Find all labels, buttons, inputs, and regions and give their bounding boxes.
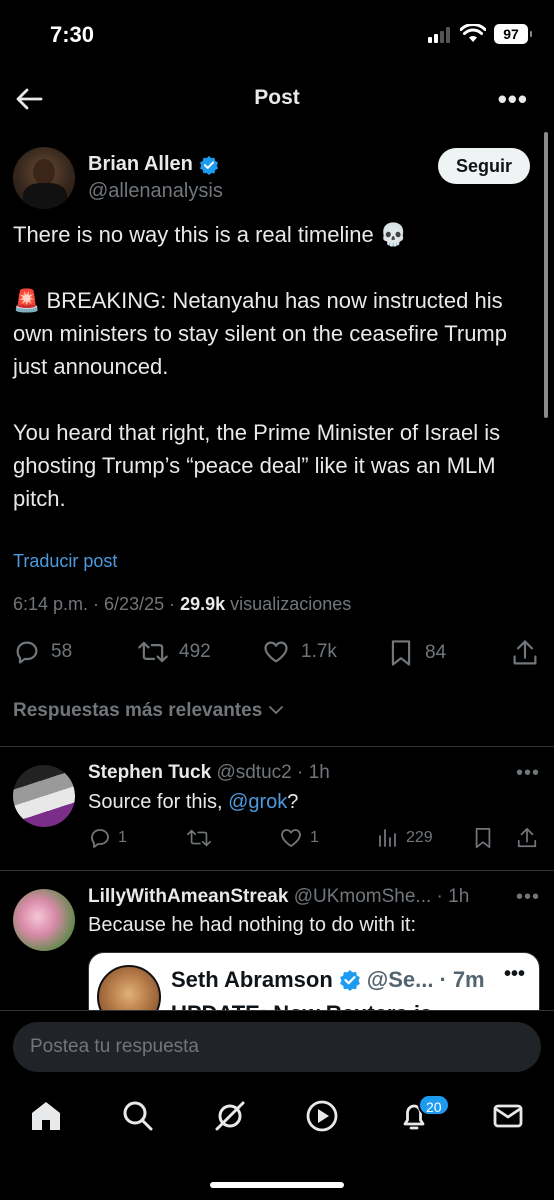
quoted-post-header: Seth Abramson @Se... · 7m	[171, 967, 485, 992]
author-name[interactable]: Brian Allen	[88, 153, 193, 176]
share-icon	[513, 640, 537, 665]
reply-age: 1h	[448, 886, 470, 907]
views-label: visualizaciones	[230, 594, 352, 614]
replies-sort-label: Respuestas más relevantes	[13, 700, 263, 721]
analytics-icon	[379, 829, 396, 847]
like-count: 1.7k	[301, 641, 337, 662]
quoted-author-handle: @Se...	[366, 967, 434, 992]
author-handle: @allenanalysis	[88, 180, 223, 202]
reply-reply-count: 1	[118, 829, 127, 846]
battery-indicator: 97	[494, 24, 532, 44]
repost-count: 492	[179, 641, 211, 662]
status-time: 7:30	[50, 22, 95, 47]
quoted-author-name: Seth Abramson	[171, 967, 333, 992]
reply-author-name[interactable]: LillyWithAmeanStreak	[88, 886, 288, 907]
reply-more-options-icon[interactable]: •••	[516, 762, 540, 785]
like-action[interactable]: 1.7k	[261, 638, 337, 666]
share-icon	[517, 827, 537, 848]
post-text: There is no way this is a real timeline …	[13, 222, 507, 511]
reply-action[interactable]: 58	[13, 638, 72, 666]
reply-header[interactable]: Stephen Tuck @sdtuc2 · 1h	[88, 762, 330, 784]
verified-badge-icon	[339, 970, 360, 991]
post-actions: 58 492 1.7k 84	[13, 638, 541, 670]
notifications-badge: 20	[418, 1094, 450, 1116]
reply-views-count: 229	[406, 829, 433, 846]
reply-icon	[16, 641, 38, 664]
reply-avatar[interactable]	[4, 756, 84, 836]
reply-like-action[interactable]: 1	[278, 826, 319, 850]
more-options-icon[interactable]: •••	[498, 84, 528, 115]
follow-button[interactable]: Seguir	[438, 148, 530, 184]
reply-author-handle: @UKmomShe...	[293, 886, 432, 907]
reply-reply-action[interactable]: 1	[88, 826, 127, 850]
quoted-post-age: 7m	[452, 967, 485, 992]
bookmark-count: 84	[425, 642, 447, 663]
translate-post-link[interactable]: Traducir post	[13, 551, 117, 572]
reply-like-count: 1	[310, 829, 319, 846]
reply-more-options-icon[interactable]: •••	[516, 886, 540, 909]
reply-views-action[interactable]: 229	[376, 826, 433, 850]
scrollbar[interactable]	[544, 132, 548, 418]
wifi-icon	[460, 24, 486, 42]
video-play-icon[interactable]	[304, 1098, 340, 1134]
status-bar: 7:30 97	[0, 0, 554, 70]
repost-action[interactable]: 492	[137, 638, 211, 666]
reply-icon	[91, 829, 109, 848]
reply-mention-link[interactable]: @grok	[228, 791, 287, 813]
post-time: 6:14 p.m.	[13, 594, 89, 614]
reply-count: 58	[51, 641, 73, 662]
reply-share-action[interactable]	[516, 826, 538, 850]
bookmark-icon	[475, 827, 491, 849]
reply-input[interactable]: Postea tu respuesta	[13, 1022, 541, 1072]
reply-author-handle: @sdtuc2	[216, 762, 292, 783]
reply-text-start: Source for this,	[88, 791, 229, 813]
reply-bookmark-action[interactable]	[472, 826, 494, 850]
divider	[0, 870, 554, 871]
reply-repost-action[interactable]	[186, 826, 212, 850]
divider	[0, 746, 554, 747]
reply-avatar[interactable]	[13, 889, 75, 951]
replies-sort-selector[interactable]: Respuestas más relevantes	[13, 700, 284, 722]
signal-icon	[428, 27, 454, 43]
quoted-more-options-icon: •••	[503, 963, 525, 985]
reply-text: Source for this, @grok?	[88, 791, 298, 814]
home-icon[interactable]	[28, 1098, 64, 1134]
verified-badge-icon	[199, 155, 218, 175]
post-metadata: 6:14 p.m. · 6/23/25 · 29.9k visualizacio…	[13, 594, 352, 614]
bookmark-icon	[391, 640, 411, 666]
reply-text: Because he had nothing to do with it:	[88, 914, 417, 936]
page-title: Post	[254, 86, 300, 109]
share-action[interactable]	[511, 638, 539, 668]
messages-envelope-icon[interactable]	[490, 1098, 526, 1134]
reply-header[interactable]: LillyWithAmeanStreak @UKmomShe... · 1h	[88, 886, 469, 908]
heart-icon	[281, 829, 301, 847]
repost-icon	[138, 641, 168, 663]
author-avatar[interactable]	[13, 147, 75, 209]
reply-actions: 1 1 229	[88, 826, 540, 852]
chevron-down-icon	[268, 706, 283, 715]
post-author[interactable]: Brian Allen @allenanalysis	[88, 153, 223, 203]
views-count: 29.9k	[180, 594, 226, 614]
heart-icon	[264, 641, 288, 663]
grok-icon[interactable]	[212, 1098, 248, 1134]
bookmark-action[interactable]: 84	[387, 638, 446, 668]
repost-icon	[187, 829, 211, 847]
reply-author-name[interactable]: Stephen Tuck	[88, 762, 211, 783]
reply-age: 1h	[308, 762, 330, 783]
post-date: 6/23/25	[104, 594, 165, 614]
home-indicator[interactable]	[210, 1182, 344, 1188]
reply-text-end: ?	[287, 791, 299, 813]
search-icon[interactable]	[120, 1098, 156, 1134]
top-bar: Post •••	[0, 70, 554, 128]
